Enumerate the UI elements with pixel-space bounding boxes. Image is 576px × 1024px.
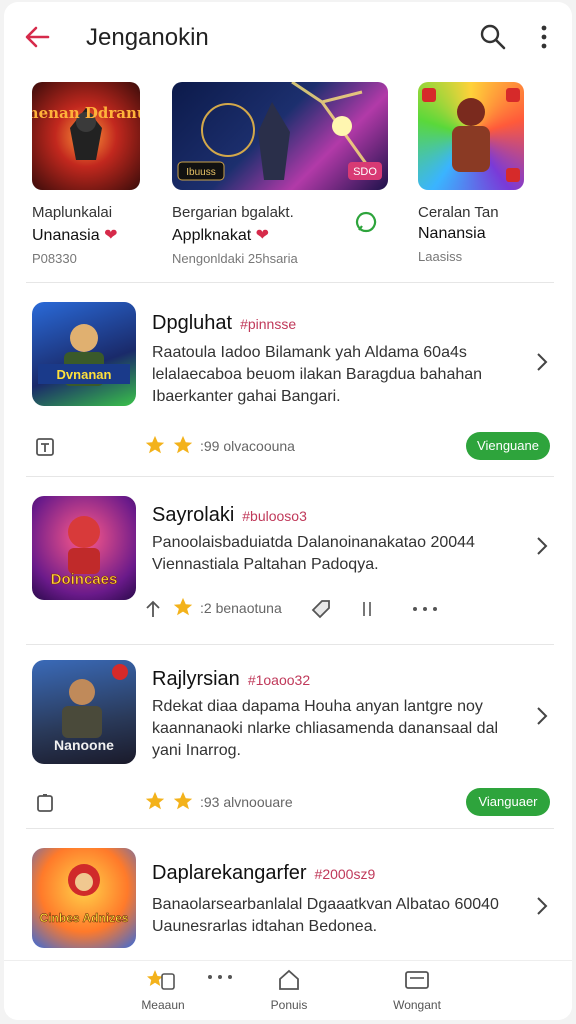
item-title: Daplarekangarfer #2000sz9 bbox=[152, 862, 376, 884]
app-thumbnail: Nanoone bbox=[32, 660, 136, 764]
art-text: Nanoone bbox=[54, 737, 114, 753]
chevron-right-icon[interactable] bbox=[534, 894, 550, 918]
more-horiz-icon[interactable] bbox=[206, 971, 234, 993]
art-text: Cenenan Ddranuse bbox=[32, 104, 140, 122]
featured-line2: Unanasia ❤ bbox=[32, 227, 118, 244]
rating-text: :99 olvacoouna bbox=[200, 438, 295, 454]
pause-icon[interactable] bbox=[356, 598, 378, 620]
home-icon bbox=[279, 969, 299, 990]
star-icon bbox=[173, 597, 193, 616]
phone-screen: Jenganokin Cenenan Ddranuse Maplunkalai … bbox=[4, 2, 572, 1020]
featured-line3: P08330 bbox=[32, 251, 77, 266]
item-meta-row: :2 benaotuna bbox=[4, 594, 572, 624]
featured-row: Cenenan Ddranuse Maplunkalai Unanasia ❤ … bbox=[4, 82, 572, 272]
document-icon[interactable] bbox=[34, 436, 56, 458]
featured-line2: Nanansia bbox=[418, 225, 486, 242]
divider bbox=[26, 282, 554, 283]
list-item[interactable]: Doincaes Sayrolaki #bulooso3 Panoolaisbad… bbox=[4, 496, 572, 636]
item-tag: #bulooso3 bbox=[242, 508, 307, 524]
star-icon bbox=[145, 435, 165, 454]
install-button[interactable]: Vianguaer bbox=[466, 788, 550, 816]
featured-art-1: Cenenan Ddranuse bbox=[32, 82, 140, 190]
star-icon bbox=[145, 791, 165, 810]
nav-item-home-2[interactable]: Ponuis bbox=[244, 969, 334, 1012]
game-art-image: Ibuuss SDO bbox=[177, 82, 382, 181]
star-icon bbox=[173, 791, 193, 810]
item-tag: #2000sz9 bbox=[314, 866, 376, 882]
art-text: Cinbes Adnizes bbox=[40, 911, 129, 925]
wallet-icon bbox=[405, 971, 429, 989]
more-horiz-icon[interactable] bbox=[410, 598, 440, 620]
featured-line3: Nengonldaki 25hsaria bbox=[172, 251, 298, 266]
featured-art-2: Ibuuss SDO bbox=[172, 82, 388, 190]
install-button[interactable]: Vienguane bbox=[466, 432, 550, 460]
featured-card-1[interactable]: Cenenan Ddranuse Maplunkalai Unanasia ❤ … bbox=[32, 82, 142, 266]
art-text: Doincaes bbox=[51, 571, 118, 588]
nav-item-wallet[interactable]: Wongant bbox=[372, 969, 462, 1012]
game-art-image: Cinbes Adnizes bbox=[39, 864, 129, 925]
bottom-nav: Meaaun Ponuis Wongant bbox=[4, 960, 572, 1020]
item-description: Rdekat diaa dapama Houha anyan lantgre n… bbox=[152, 698, 499, 759]
item-tag: #pinnsse bbox=[240, 316, 297, 332]
item-description: Banaolarsearbanlalal Dgaaatkvan Albatao … bbox=[152, 896, 499, 935]
art-badge: SDO bbox=[353, 166, 377, 178]
clipboard-icon[interactable] bbox=[34, 792, 56, 814]
more-vert-icon[interactable] bbox=[534, 22, 554, 52]
divider bbox=[26, 476, 554, 477]
game-art-image: Dvnanan bbox=[38, 324, 130, 386]
arrow-up-icon[interactable] bbox=[142, 598, 164, 620]
star-icon bbox=[173, 435, 193, 454]
featured-line1: Maplunkalai bbox=[32, 204, 113, 221]
back-arrow-icon[interactable] bbox=[22, 22, 52, 52]
divider bbox=[26, 644, 554, 645]
heart-icon: ❤ bbox=[255, 227, 270, 244]
divider bbox=[26, 828, 554, 829]
app-thumbnail: Cinbes Adnizes bbox=[32, 848, 136, 948]
featured-card-2[interactable]: Ibuuss SDO Bergarian bgalakt. Applknakat… bbox=[172, 82, 392, 266]
search-icon[interactable] bbox=[478, 22, 508, 52]
featured-card-3[interactable]: Ceralan Tan Nanansia Laasiss bbox=[418, 82, 528, 264]
nav-label: Wongant bbox=[393, 998, 441, 1012]
featured-line3: Laasiss bbox=[418, 249, 463, 264]
game-art-image: Doincaes bbox=[50, 516, 118, 588]
game-art-image: Cenenan Ddranuse bbox=[32, 104, 140, 160]
tag-icon[interactable] bbox=[310, 598, 332, 620]
chevron-right-icon[interactable] bbox=[534, 704, 550, 728]
app-thumbnail: Dvnanan bbox=[32, 302, 136, 406]
list-item[interactable]: Nanoone Rajlyrsian #1oaoo32 Rdekat diaa d… bbox=[4, 660, 572, 830]
nav-label: Meaaun bbox=[141, 998, 185, 1012]
item-title: Dpgluhat #pinnsse bbox=[152, 312, 297, 334]
item-title: Sayrolaki #bulooso3 bbox=[152, 504, 307, 526]
item-description: Raatoula Iadoo Bilamank yah Aldama 60a4s… bbox=[152, 344, 483, 405]
nav-label: Ponuis bbox=[270, 998, 308, 1012]
game-art-image bbox=[422, 88, 520, 182]
heart-icon: ❤ bbox=[104, 227, 118, 244]
app-bar: Jenganokin bbox=[4, 2, 572, 72]
featured-line1: Ceralan Tan bbox=[418, 204, 499, 221]
game-art-image: Nanoone bbox=[54, 664, 128, 753]
featured-art-3 bbox=[418, 82, 524, 190]
item-tag: #1oaoo32 bbox=[247, 672, 311, 688]
rating-text: :2 benaotuna bbox=[200, 600, 282, 616]
list-item[interactable]: Dvnanan Dpgluhat #pinnsse Raatoula Iadoo … bbox=[4, 302, 572, 472]
item-title: Rajlyrsian #1oaoo32 bbox=[152, 668, 311, 690]
art-text: Ibuuss bbox=[186, 167, 215, 178]
app-thumbnail: Doincaes bbox=[32, 496, 136, 600]
chat-bubble-icon[interactable] bbox=[354, 210, 378, 234]
rating-text: :93 alvnoouare bbox=[200, 794, 293, 810]
item-meta-row: :99 olvacoouna Vienguane bbox=[4, 432, 572, 462]
star-bookmark-icon bbox=[147, 970, 175, 990]
chevron-right-icon[interactable] bbox=[534, 534, 550, 558]
list-item[interactable]: Cinbes Adnizes Daplarekangarfer #2000sz9 … bbox=[4, 848, 572, 958]
item-meta-row: :93 alvnoouare Vianguaer bbox=[4, 788, 572, 818]
page-title: Jenganokin bbox=[86, 24, 209, 51]
chevron-right-icon[interactable] bbox=[534, 350, 550, 374]
nav-item-home[interactable]: Meaaun bbox=[118, 969, 232, 1012]
art-text: Dvnanan bbox=[57, 367, 112, 382]
item-description: Panoolaisbaduiatda Dalanoinanakatao 2004… bbox=[152, 534, 475, 573]
